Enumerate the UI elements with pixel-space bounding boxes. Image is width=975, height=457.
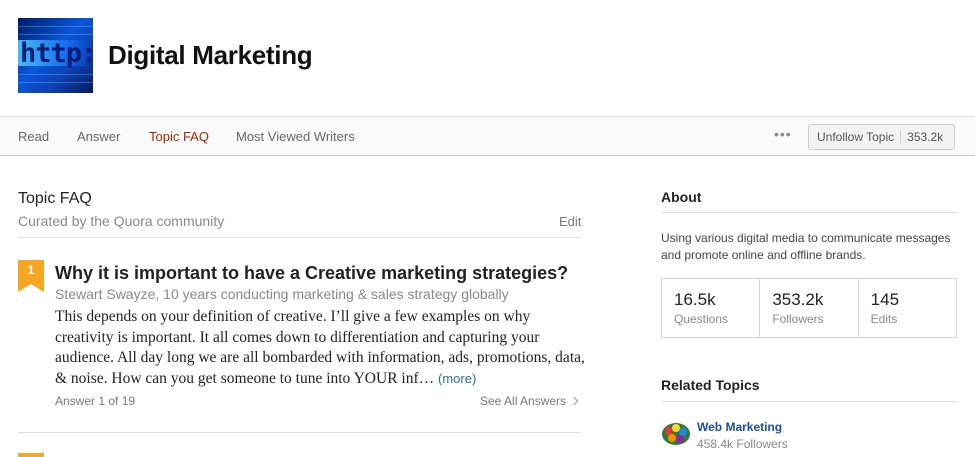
see-all-answers-link[interactable]: See All Answers <box>480 394 579 408</box>
stat-questions[interactable]: 16.5k Questions <box>662 279 761 337</box>
about-title: About <box>661 189 702 205</box>
stat-value: 353.2k <box>772 290 824 309</box>
topic-header: http:/ Digital Marketing <box>0 0 975 116</box>
see-all-label: See All Answers <box>480 394 567 408</box>
tab-read[interactable]: Read <box>18 129 49 144</box>
stat-value: 145 <box>870 290 900 309</box>
related-topic-followers: 458.4k Followers <box>697 437 788 451</box>
rank-badge-next <box>18 453 44 457</box>
rank-badge: 1 <box>18 260 44 292</box>
faq-title: Topic FAQ <box>18 190 92 207</box>
related-topic-name[interactable]: Web Marketing <box>697 420 782 434</box>
more-link[interactable]: (more) <box>438 371 476 386</box>
question-title[interactable]: Why it is important to have a Creative m… <box>55 263 568 284</box>
divider <box>661 401 957 402</box>
tab-most-viewed-writers[interactable]: Most Viewed Writers <box>236 129 355 144</box>
divider <box>18 432 581 433</box>
answer-count: Answer 1 of 19 <box>55 394 136 408</box>
stat-label: Followers <box>772 312 824 326</box>
topic-nav-bar: Read Answer Topic FAQ Most Viewed Writer… <box>0 116 975 156</box>
unfollow-label: Unfollow Topic <box>809 130 902 144</box>
faq-subtitle: Curated by the Quora community <box>18 213 225 229</box>
divider <box>661 212 957 213</box>
more-options-icon[interactable]: ••• <box>774 126 792 142</box>
topic-image[interactable]: http:/ <box>18 18 93 93</box>
chevron-right-icon <box>569 396 579 406</box>
page-title: Digital Marketing <box>108 40 313 70</box>
divider <box>18 237 581 238</box>
follower-count: 353.2k <box>907 130 944 144</box>
related-topics-title: Related Topics <box>661 377 760 393</box>
unfollow-topic-button[interactable]: Unfollow Topic 353.2k <box>808 124 955 150</box>
answer-body: This depends on your definition of creat… <box>55 307 585 389</box>
topic-stats: 16.5k Questions 353.2k Followers 145 Edi… <box>661 278 957 338</box>
tab-answer[interactable]: Answer <box>77 129 120 144</box>
stat-label: Questions <box>674 312 729 326</box>
stat-followers[interactable]: 353.2k Followers <box>760 279 859 337</box>
rank-number: 1 <box>27 263 35 277</box>
answer-text: This depends on your definition of creat… <box>55 308 585 387</box>
tab-topic-faq[interactable]: Topic FAQ <box>149 129 209 144</box>
web-marketing-icon[interactable] <box>661 421 691 447</box>
stat-label: Edits <box>870 312 898 326</box>
stat-edits[interactable]: 145 Edits <box>859 279 956 337</box>
topic-image-text: http:/ <box>20 38 93 69</box>
stat-value: 16.5k <box>674 290 716 309</box>
about-description: Using various digital media to communica… <box>661 231 951 262</box>
edit-link[interactable]: Edit <box>559 214 581 229</box>
answer-author[interactable]: Stewart Swayze, 10 years conducting mark… <box>55 286 509 302</box>
